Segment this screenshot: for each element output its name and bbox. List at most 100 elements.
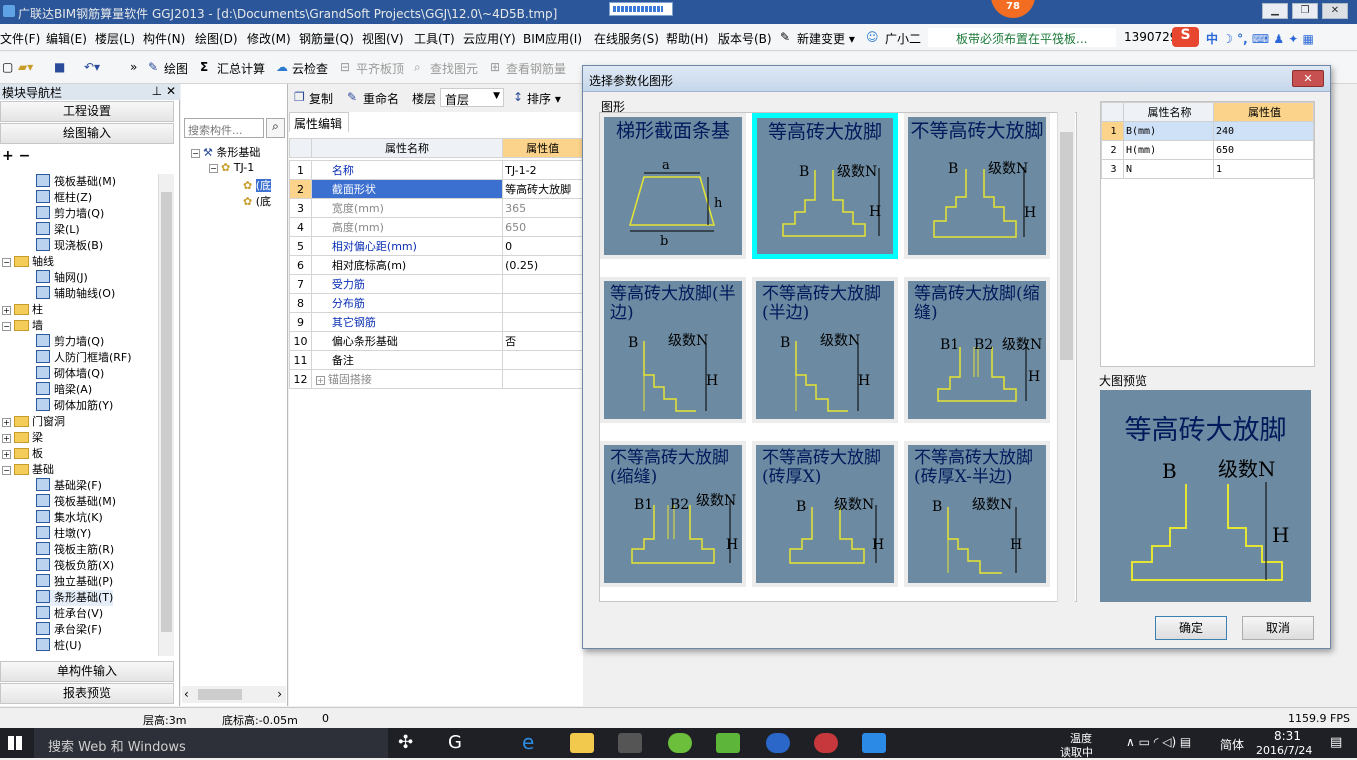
close-window-button[interactable]: ✕ xyxy=(1322,3,1348,19)
tree-item[interactable]: 剪力墙(Q) xyxy=(36,334,104,350)
tree-item[interactable]: 筏板基础(M) xyxy=(36,494,116,510)
tree-folder[interactable]: − 轴线 xyxy=(2,254,54,270)
tree-item[interactable]: 砌体加筋(Y) xyxy=(36,398,113,414)
menu-bim[interactable]: BIM应用(I) xyxy=(523,30,582,47)
windows-start-icon[interactable] xyxy=(8,736,22,750)
menu-floor[interactable]: 楼层(L) xyxy=(95,30,135,47)
menu-online[interactable]: 在线服务(S) xyxy=(594,30,659,47)
shape-card-equal-half[interactable]: 等高砖大放脚(半边) B 级数N H xyxy=(600,277,746,423)
menu-draw[interactable]: 绘图(D) xyxy=(195,30,238,47)
notification-center-icon[interactable]: ▤ xyxy=(1330,735,1342,750)
calculate-button[interactable]: 汇总计算 xyxy=(217,60,265,77)
single-input-button[interactable]: 单构件输入 xyxy=(0,661,174,682)
clock-time[interactable]: 8:31 xyxy=(1274,729,1301,743)
shape-card-unequal-half[interactable]: 不等高砖大放脚(半边) B 级数N H xyxy=(752,277,898,423)
find-element-button[interactable]: 查找图元 xyxy=(430,60,478,77)
menu-component[interactable]: 构件(N) xyxy=(143,30,185,47)
tree-folder[interactable]: − 墙 xyxy=(2,318,43,334)
dialog-close-button[interactable]: ✕ xyxy=(1292,70,1324,87)
menu-version[interactable]: 版本号(B) xyxy=(718,30,772,47)
open-folder-icon[interactable]: ▰▾ xyxy=(18,60,33,74)
report-preview-button[interactable]: 报表预览 xyxy=(0,683,174,704)
component-sub[interactable]: ✿ (底 xyxy=(243,193,271,209)
tree-folder[interactable]: + 门窗洞 xyxy=(2,414,65,430)
tree-item[interactable]: 辅助轴线(O) xyxy=(36,286,115,302)
shape-card-equal-footing-selected[interactable]: 等高砖大放脚 B 级数N H xyxy=(752,113,898,259)
shape-card-trapezoid[interactable]: 梯形截面条基 a h b xyxy=(600,113,746,259)
taskbar-search-box[interactable]: 搜索 Web 和 Windows xyxy=(34,728,388,758)
glodon-app-icon[interactable]: G xyxy=(448,732,462,753)
menu-rebar[interactable]: 钢筋量(Q) xyxy=(299,30,354,47)
tree-folder[interactable]: + 柱 xyxy=(2,302,43,318)
expand-icon[interactable]: + xyxy=(315,376,325,385)
sogou-ime-icon[interactable]: S xyxy=(1172,27,1199,47)
undo-icon[interactable]: ↶▾ xyxy=(84,60,100,74)
app-green-icon[interactable] xyxy=(668,733,692,753)
menu-assistant[interactable]: 广小二 xyxy=(885,30,921,47)
menu-modify[interactable]: 修改(M) xyxy=(247,30,291,47)
tree-item[interactable]: 剪力墙(Q) xyxy=(36,206,104,222)
sort-button[interactable]: 排序 ▾ xyxy=(527,90,561,107)
component-search-input[interactable]: 搜索构件... xyxy=(184,118,264,138)
pin-close-icons[interactable]: ⊥ ✕ xyxy=(152,84,176,98)
tree-item[interactable]: 人防门框墙(RF) xyxy=(36,350,132,366)
component-sub-selected[interactable]: ✿ (底 xyxy=(243,177,272,193)
tree-item[interactable]: 现浇板(B) xyxy=(36,238,103,254)
save-icon[interactable]: ■ xyxy=(54,60,65,74)
ok-button[interactable]: 确定 xyxy=(1155,616,1227,640)
tree-item[interactable]: 筏板主筋(R) xyxy=(36,542,114,558)
tree-item[interactable]: 梁(L) xyxy=(36,222,80,238)
project-settings-button[interactable]: 工程设置 xyxy=(0,101,174,122)
tree-item-selected[interactable]: 条形基础(T) xyxy=(36,590,114,606)
edge-browser-icon[interactable]: e xyxy=(522,730,534,754)
component-tj1[interactable]: − ✿ TJ-1 xyxy=(209,161,254,174)
menu-view[interactable]: 视图(V) xyxy=(362,30,404,47)
iqiyi-icon[interactable] xyxy=(716,733,740,753)
restore-button[interactable]: ❐ xyxy=(1292,3,1318,19)
property-tab[interactable]: 属性编辑 xyxy=(289,112,349,132)
component-tree-root[interactable]: − ⚒ 条形基础 xyxy=(191,144,260,160)
cancel-button[interactable]: 取消 xyxy=(1242,616,1314,640)
tray-icons[interactable]: ∧ ▭ ◜ ◁) ▤ xyxy=(1126,735,1191,749)
tree-item[interactable]: 筏板负筋(X) xyxy=(36,558,114,574)
menu-cloud[interactable]: 云应用(Y) xyxy=(463,30,516,47)
tree-item[interactable]: 暗梁(A) xyxy=(36,382,92,398)
clock-date[interactable]: 2016/7/24 xyxy=(1256,744,1312,757)
align-slab-button[interactable]: 平齐板顶 xyxy=(356,60,404,77)
rename-button[interactable]: 重命名 xyxy=(363,90,399,107)
tree-item[interactable]: 集水坑(K) xyxy=(36,510,103,526)
shape-card-unequal-brick-x[interactable]: 不等高砖大放脚(砖厚X) B 级数N H xyxy=(752,441,898,587)
minimize-button[interactable]: ▁ xyxy=(1262,3,1288,19)
store-icon[interactable] xyxy=(618,733,642,753)
tree-item[interactable]: 柱墩(Y) xyxy=(36,526,91,542)
new-file-icon[interactable]: ▢ xyxy=(2,60,13,74)
file-explorer-icon[interactable] xyxy=(570,733,594,753)
menu-help[interactable]: 帮助(H) xyxy=(666,30,708,47)
tree-item[interactable]: 轴网(J) xyxy=(36,270,88,286)
shape-card-unequal-footing[interactable]: 不等高砖大放脚 B 级数N H xyxy=(904,113,1050,259)
shape-card-unequal-joint[interactable]: 不等高砖大放脚(缩缝) B1 B2 级数N H xyxy=(600,441,746,587)
floor-select[interactable]: 首层 ▼ xyxy=(440,88,504,107)
notice-banner[interactable]: 板带必须布置在平筏板... xyxy=(928,28,1116,47)
menu-file[interactable]: 文件(F) xyxy=(0,30,40,47)
ime-toolbar-icons[interactable]: 中 ☽ °, ⌨ ♟ ✦ ▦ xyxy=(1206,30,1314,47)
tree-item[interactable]: 桩(U) xyxy=(36,638,82,654)
active-app-icon[interactable] xyxy=(862,733,886,753)
menu-new-change[interactable]: 新建变更 ▾ xyxy=(797,30,855,47)
overflow-icon[interactable]: » xyxy=(130,60,137,74)
tree-folder[interactable]: + 梁 xyxy=(2,430,43,446)
copy-button[interactable]: 复制 xyxy=(309,90,333,107)
shape-card-equal-joint[interactable]: 等高砖大放脚(缩缝) B1 B2 级数N H xyxy=(904,277,1050,423)
tree-folder[interactable]: − 基础 xyxy=(2,462,54,478)
tree-item[interactable]: 筏板基础(M) xyxy=(36,174,116,190)
tree-item[interactable]: 独立基础(P) xyxy=(36,574,113,590)
nav-scrollbar[interactable] xyxy=(158,174,174,656)
fan-app-icon[interactable]: ✣ xyxy=(398,732,413,753)
shape-card-unequal-brick-x-half[interactable]: 不等高砖大放脚(砖厚X-半边) B 级数N H xyxy=(904,441,1050,587)
drawing-input-button[interactable]: 绘图输入 xyxy=(0,123,174,144)
search-icon[interactable]: ⌕ xyxy=(266,118,285,138)
tree-item[interactable]: 桩承台(V) xyxy=(36,606,103,622)
glodon-red-icon[interactable] xyxy=(814,733,838,753)
language-indicator[interactable]: 简体 xyxy=(1220,736,1244,753)
tree-item[interactable]: 砌体墙(Q) xyxy=(36,366,104,382)
